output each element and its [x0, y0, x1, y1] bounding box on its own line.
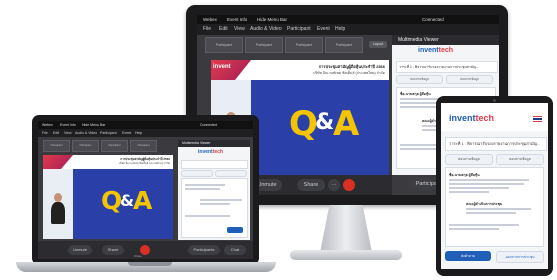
participant-thumb[interactable]: Participant: [245, 37, 283, 53]
participant-thumb[interactable]: Participant: [43, 140, 70, 152]
slide-subheading: บริษัท อินเวนท์เทค ซิสเต็มส์ (ประเทศไทย)…: [118, 162, 170, 165]
slide-header: การประชุมสามัญผู้ถือหุ้นประจำปี 2566 บริ…: [43, 155, 173, 169]
tab-info[interactable]: สอบถามข้อมูล: [496, 154, 544, 165]
qa-author: ชื่อ-นามสกุล ผู้ถือหุ้น: [400, 92, 431, 96]
connection-status: Connected: [200, 123, 217, 127]
menu-help[interactable]: Help: [135, 129, 142, 137]
slide-heading: การประชุมสามัญผู้ถือหุ้นประจำปี 2566: [318, 64, 385, 69]
send-button[interactable]: [227, 227, 243, 233]
menu-event[interactable]: Event: [122, 129, 131, 137]
qa-thread: ชื่อ-นามสกุล ผู้ถือหุ้น คณะผู้ดำเนินการป…: [445, 167, 544, 247]
menu-audio-video[interactable]: Audio & Video: [250, 24, 282, 35]
tab-info[interactable]: [215, 170, 247, 177]
participant-thumbnails: Participant Participant Participant Part…: [205, 37, 380, 53]
menu-bar: File Edit View Audio & Video Participant…: [197, 24, 499, 35]
slide-logo: invent: [213, 64, 231, 70]
inventtech-logo: inventtech: [198, 149, 224, 155]
panel-title: Multimedia Viewer: [392, 35, 499, 45]
slide-subheading: บริษัท อินเวนท์เทค ซิสเต็มส์ (ประเทศไทย)…: [313, 71, 385, 75]
slide-ribbon: [211, 60, 251, 80]
menu-help[interactable]: Help: [335, 24, 345, 35]
menu-edit[interactable]: Edit: [219, 24, 228, 35]
bottom-label: Close: [134, 254, 142, 258]
inventtech-logo: inventtech: [418, 47, 454, 54]
qa-graphic: Q & A: [251, 80, 389, 175]
title-bar: Webex Event Info Hide Menu Bar Connected: [197, 15, 499, 24]
qa-graphic: Q & A: [73, 169, 173, 239]
participants-button[interactable]: Participants: [188, 245, 220, 255]
more-button[interactable]: ···: [328, 179, 340, 191]
monitor-stand-base: [290, 250, 402, 260]
agenda-select[interactable]: วาระที่ 1 : พิจารณารับรองรายงานการประชุม…: [445, 137, 547, 151]
menu-event[interactable]: Event: [317, 24, 330, 35]
menu-edit[interactable]: Edit: [53, 129, 59, 137]
qa-author: ชื่อ-นามสกุล ผู้ถือหุ้น: [449, 173, 480, 177]
participant-thumb[interactable]: Participant: [205, 37, 243, 53]
slide-ribbon: [43, 155, 73, 169]
menu-file[interactable]: File: [203, 24, 211, 35]
unmute-button[interactable]: Unmute: [68, 245, 92, 255]
title-bar: Webex Event Info Hide Menu Bar Connected: [38, 121, 253, 129]
multimedia-viewer-panel: Multimedia Viewer inventtech: [178, 140, 250, 240]
monitor-stand-neck: [320, 205, 372, 253]
participant-thumb[interactable]: Participant: [285, 37, 323, 53]
tab-ask[interactable]: สอบถามข้อมูล: [396, 75, 443, 84]
app-name: Webex: [42, 123, 53, 127]
laptop-notch: [128, 262, 172, 266]
slide-header: invent การประชุมสามัญผู้ถือหุ้นประจำปี 2…: [211, 60, 389, 80]
shared-slide: การประชุมสามัญผู้ถือหุ้นประจำปี 2566 บริ…: [43, 155, 173, 239]
tablet-camera: [493, 99, 496, 102]
menu-file[interactable]: File: [42, 129, 48, 137]
tablet-screen: inventtech วาระที่ 1 : พิจารณารับรองรายง…: [441, 103, 548, 269]
event-info-button[interactable]: Event Info: [60, 121, 76, 129]
menu-view[interactable]: View: [64, 129, 72, 137]
event-info-button[interactable]: Event Info: [227, 15, 247, 24]
participant-thumb[interactable]: Participant: [130, 140, 157, 152]
share-button[interactable]: Share: [297, 179, 325, 191]
share-button[interactable]: Share: [102, 245, 124, 255]
reply-author: คณะผู้ดำเนินการประชุม: [466, 202, 503, 206]
participant-thumb[interactable]: Participant: [325, 37, 363, 53]
menu-view[interactable]: View: [234, 24, 245, 35]
leave-meeting-button[interactable]: ออกจากการประชุม: [496, 251, 544, 263]
presenter-video: [43, 169, 73, 239]
app-name: Webex: [203, 17, 217, 22]
layout-button[interactable]: Layout: [369, 41, 387, 48]
menu-participant[interactable]: Participant: [287, 24, 311, 35]
menu-bar: File Edit View Audio & Video Participant…: [38, 129, 253, 137]
participant-thumb[interactable]: Participant: [72, 140, 99, 152]
meeting-controls: Unmute Share Participants Chat: [38, 241, 253, 259]
inventtech-logo: inventtech: [449, 113, 495, 123]
hide-menu-button[interactable]: Hide Menu Bar: [257, 15, 287, 24]
agenda-select[interactable]: วาระที่ 1 : พิจารณารับรองรายงานการประชุม…: [396, 61, 498, 73]
panel-title: Multimedia Viewer: [178, 140, 250, 147]
hide-menu-button[interactable]: Hide Menu Bar: [82, 121, 105, 129]
ask-question-button[interactable]: ส่งคำถาม: [445, 251, 491, 261]
language-flag-icon[interactable]: [533, 116, 542, 122]
connection-status: Connected: [422, 17, 444, 22]
tab-ask[interactable]: สอบถามข้อมูล: [445, 154, 493, 165]
qa-thread: [181, 178, 248, 238]
agenda-select[interactable]: [181, 160, 248, 169]
participant-thumbnails: Participant Participant Participant Part…: [43, 140, 163, 152]
tab-info[interactable]: สอบถามข้อมูล: [446, 75, 493, 84]
participant-thumb[interactable]: Participant: [101, 140, 128, 152]
menu-participant[interactable]: Participant: [100, 129, 117, 137]
tab-ask[interactable]: [181, 170, 213, 177]
end-call-button[interactable]: [343, 179, 355, 191]
chat-button[interactable]: Chat: [224, 245, 246, 255]
laptop-screen: Webex Event Info Hide Menu Bar Connected…: [38, 121, 253, 259]
tablet-header: inventtech: [441, 103, 548, 131]
menu-audio-video[interactable]: Audio & Video: [75, 129, 97, 137]
